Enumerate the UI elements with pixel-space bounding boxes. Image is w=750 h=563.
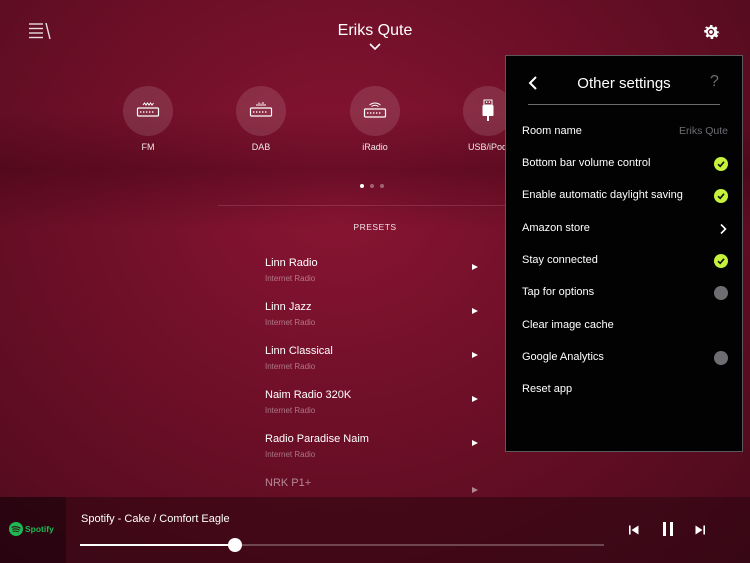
now-playing-text[interactable]: Spotify - Cake / Comfort Eagle — [81, 513, 230, 525]
source-fm[interactable]: FM — [110, 86, 186, 152]
wifi-radio-icon — [363, 102, 387, 118]
preset-item[interactable]: Linn Jazz Internet Radio — [265, 301, 485, 341]
setting-clear-image-cache[interactable]: Clear image cache — [522, 313, 728, 339]
chevron-down-icon[interactable] — [368, 42, 382, 52]
checkmark-on-icon[interactable] — [714, 189, 728, 203]
preset-name: Linn Classical — [265, 345, 333, 357]
chevron-right-icon[interactable] — [719, 223, 727, 235]
service-name: Spotify — [25, 524, 54, 534]
checkmark-off-icon[interactable] — [714, 351, 728, 365]
play-icon[interactable] — [472, 352, 478, 358]
setting-amazon-store[interactable]: Amazon store — [522, 216, 728, 242]
preset-item[interactable]: Linn Classical Internet Radio — [265, 345, 485, 385]
page-dot[interactable] — [380, 184, 384, 188]
page-dot[interactable] — [370, 184, 374, 188]
source-label: iRadio — [362, 142, 388, 152]
progress-slider[interactable] — [80, 538, 604, 552]
checkmark-on-icon[interactable] — [714, 254, 728, 268]
page-dot-active[interactable] — [360, 184, 364, 188]
preset-type: Internet Radio — [265, 362, 316, 371]
setting-label: Amazon store — [522, 222, 590, 234]
preset-item[interactable]: Radio Paradise Naim Internet Radio — [265, 433, 485, 473]
radio-icon — [136, 102, 160, 117]
player-bar: Spotify Spotify - Cake / Comfort Eagle — [0, 497, 750, 563]
preset-type: Internet Radio — [265, 450, 316, 459]
service-button[interactable]: Spotify — [0, 497, 66, 563]
preset-name: Radio Paradise Naim — [265, 433, 369, 445]
page-indicator[interactable] — [360, 184, 384, 188]
setting-label: Clear image cache — [522, 319, 614, 331]
source-dab[interactable]: DAB — [223, 86, 299, 152]
divider — [218, 205, 518, 206]
source-iradio[interactable]: iRadio — [337, 86, 413, 152]
play-icon[interactable] — [472, 264, 478, 270]
play-icon[interactable] — [472, 308, 478, 314]
preset-item[interactable]: Linn Radio Internet Radio — [265, 257, 485, 297]
setting-daylight-saving[interactable]: Enable automatic daylight saving — [522, 183, 728, 209]
progress-knob[interactable] — [227, 538, 242, 552]
preset-name: Linn Radio — [265, 257, 318, 269]
setting-label: Reset app — [522, 383, 573, 395]
usb-icon — [482, 99, 494, 121]
setting-label: Stay connected — [522, 254, 598, 266]
source-label: USB/iPod — [468, 142, 505, 152]
setting-room-name[interactable]: Room name Eriks Qute — [522, 119, 728, 145]
setting-value: Eriks Qute — [678, 125, 728, 137]
play-icon[interactable] — [472, 396, 478, 402]
spotify-logo-icon — [9, 522, 23, 536]
setting-label: Google Analytics — [522, 351, 604, 363]
setting-label: Tap for options — [522, 286, 595, 298]
preset-name: Naim Radio 320K — [265, 389, 352, 401]
preset-name: NRK P1+ — [265, 477, 312, 489]
preset-type: Internet Radio — [265, 274, 316, 283]
gear-icon[interactable] — [700, 21, 722, 43]
panel-title: Other settings — [577, 75, 671, 92]
preset-type: Internet Radio — [265, 318, 316, 327]
setting-bottom-bar-volume[interactable]: Bottom bar volume control — [522, 151, 728, 177]
preset-item[interactable]: Naim Radio 320K Internet Radio — [265, 389, 485, 429]
setting-label: Enable automatic daylight saving — [522, 189, 683, 201]
setting-label: Room name — [522, 125, 582, 137]
play-icon[interactable] — [472, 440, 478, 446]
setting-reset-app[interactable]: Reset app — [522, 377, 728, 403]
setting-google-analytics[interactable]: Google Analytics — [522, 345, 728, 371]
source-label: FM — [141, 142, 155, 152]
panel-divider — [528, 104, 720, 105]
other-settings-panel: Other settings ? Room name Eriks Qute Bo… — [505, 55, 743, 452]
source-label: DAB — [251, 142, 271, 152]
preset-name: Linn Jazz — [265, 301, 312, 313]
checkmark-off-icon[interactable] — [714, 286, 728, 300]
setting-label: Bottom bar volume control — [522, 157, 651, 169]
setting-tap-for-options[interactable]: Tap for options — [522, 280, 728, 306]
previous-track-icon[interactable] — [628, 524, 640, 536]
room-title[interactable]: Eriks Qute — [0, 22, 750, 40]
help-icon[interactable]: ? — [710, 73, 719, 91]
play-icon[interactable] — [472, 487, 478, 493]
radio-icon — [249, 102, 273, 117]
preset-type: Internet Radio — [265, 406, 316, 415]
preset-item[interactable]: NRK P1+ — [265, 477, 485, 497]
progress-fill — [80, 544, 235, 546]
next-track-icon[interactable] — [694, 524, 706, 536]
checkmark-on-icon[interactable] — [714, 157, 728, 171]
pause-icon[interactable] — [661, 521, 675, 537]
source-usb[interactable]: USB/iPod — [451, 86, 505, 152]
setting-stay-connected[interactable]: Stay connected — [522, 248, 728, 274]
